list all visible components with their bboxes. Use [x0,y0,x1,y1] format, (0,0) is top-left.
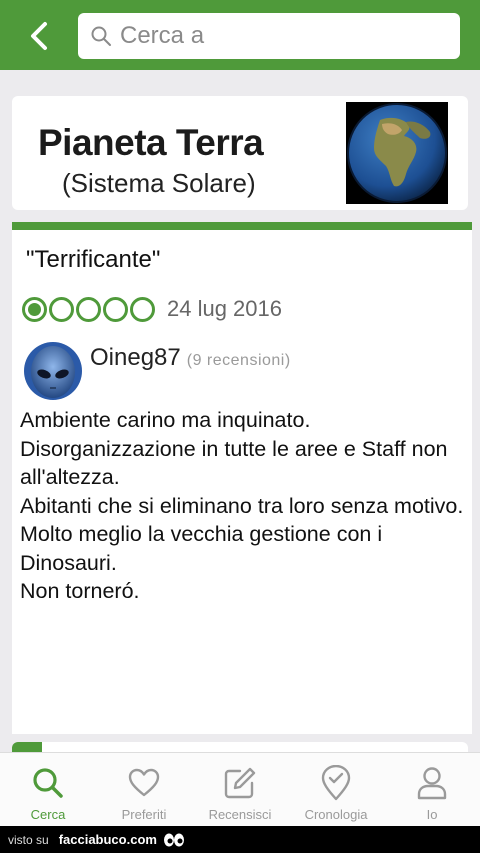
place-photo[interactable] [346,102,448,204]
rating-bubble-empty [49,296,74,322]
place-title: Pianeta Terra [38,122,264,163]
review-line: Disorganizzazione in tutte le aree e Sta… [20,436,448,490]
review-line: Ambiente carino ma inquinato. [20,408,311,432]
avatar[interactable] [24,342,82,400]
rating-bubble-empty [130,296,155,322]
review-title: "Terrificante" [26,246,161,273]
bottom-tab-bar: Cerca Preferiti Recensisci Cronologia Io [0,752,480,827]
username[interactable]: Oineg87 [90,344,181,371]
tab-cerca[interactable]: Cerca [0,753,96,827]
review-author[interactable]: Oineg87 (9 recensioni) [90,344,291,372]
review-card: "Terrificante" 24 lug 2016 Oineg87 (9 rec… [12,222,472,734]
back-button[interactable] [22,18,56,54]
tab-io[interactable]: Io [384,753,480,827]
rating-bubble-fill [28,302,41,316]
watermark-site: facciabuco.com [58,832,157,847]
rating-row: 24 lug 2016 [22,296,282,322]
author-review-count: (9 recensioni) [186,352,291,369]
tab-label: Io [426,807,438,822]
edit-icon [223,765,257,801]
review-line: Non torneró. [20,579,140,603]
watermark-visto-su: visto su [8,832,49,847]
chevron-left-icon [31,22,47,50]
tab-label: Cerca [30,807,66,822]
tab-preferiti[interactable]: Preferiti [96,753,192,827]
tab-label: Recensisci [208,807,272,822]
search-bar[interactable] [78,13,460,59]
user-icon [417,765,447,801]
search-icon [31,765,65,801]
tab-label: Preferiti [121,807,167,822]
eyes-logo-icon [163,832,185,848]
top-bar [0,0,480,70]
review-line: Molto meglio la vecchia gestione con i D… [20,522,383,575]
rating-bubble-empty [76,296,101,322]
watermark-footer: visto su facciabuco.com [0,826,480,853]
rating-bubble-filled [22,296,47,322]
rating-bubbles [22,296,157,322]
review-line: Abitanti che si eliminano tra loro senza… [20,493,464,518]
search-input[interactable] [118,21,422,51]
search-icon [90,25,112,47]
tab-cronologia[interactable]: Cronologia [288,753,384,827]
place-subtitle: (Sistema Solare) [62,168,256,198]
heart-icon [128,765,160,801]
tab-recensisci[interactable]: Recensisci [192,753,288,827]
review-body: Ambiente carino ma inquinato. Disorganiz… [20,406,465,606]
place-card[interactable]: Pianeta Terra (Sistema Solare) [12,96,468,210]
tab-label: Cronologia [304,807,368,822]
location-check-icon [321,765,351,801]
rating-bubble-empty [103,296,128,322]
review-date: 24 lug 2016 [167,296,282,321]
